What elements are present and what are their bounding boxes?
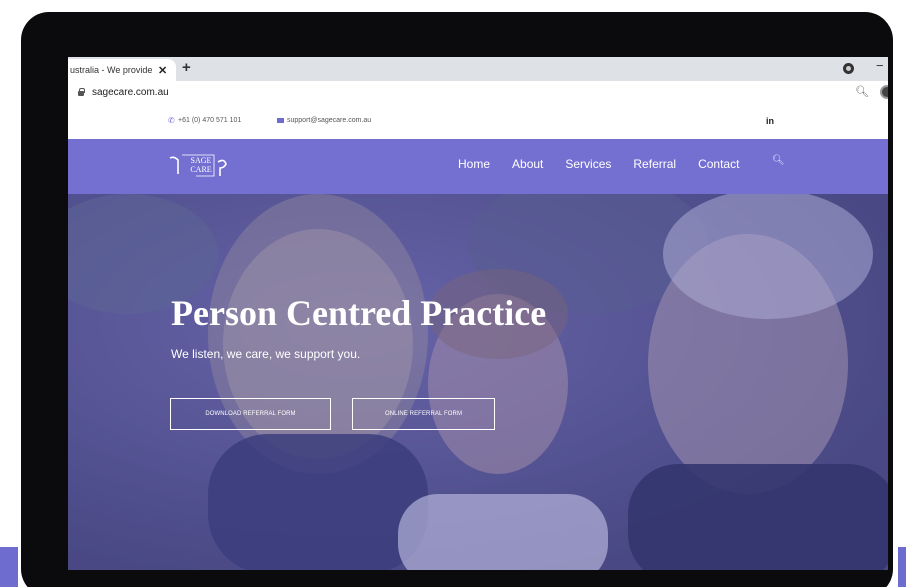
hero-overlay (68, 194, 888, 570)
minimize-window-button[interactable]: − (876, 58, 884, 73)
address-bar[interactable]: sagecare.com.au 🔍︎ (68, 81, 888, 105)
phone-number[interactable]: +61 (0) 470 571 101 (178, 117, 241, 124)
tab-strip: ustralia - We provide ✕ + − (68, 57, 888, 81)
web-page: ✆ +61 (0) 470 571 101 support@sagecare.c… (68, 105, 888, 570)
url-text[interactable]: sagecare.com.au (92, 87, 169, 98)
contact-info-bar: ✆ +61 (0) 470 571 101 support@sagecare.c… (68, 105, 888, 139)
mail-icon (277, 118, 284, 123)
background-accent-right (898, 547, 906, 587)
background-accent-left (0, 547, 18, 587)
device-frame: ustralia - We provide ✕ + − sagecare.com… (21, 12, 893, 587)
logo-line-care: CARE (190, 165, 212, 174)
tab-title: ustralia - We provide (70, 65, 153, 75)
online-referral-form-button[interactable]: ONLINE REFERRAL FORM (352, 398, 495, 430)
nav-about[interactable]: About (512, 157, 543, 171)
hero-title: Person Centred Practice (171, 293, 547, 333)
browser-window: ustralia - We provide ✕ + − sagecare.com… (68, 57, 888, 570)
search-icon[interactable]: 🔍︎ (855, 85, 869, 98)
site-navbar: SAGE CARE Home About Services Referral C… (68, 139, 888, 194)
profile-avatar-icon[interactable] (880, 85, 888, 99)
browser-tab[interactable]: ustralia - We provide ✕ (68, 59, 176, 81)
nav-search-icon[interactable]: 🔍︎ (772, 155, 785, 166)
email-address[interactable]: support@sagecare.com.au (287, 117, 371, 124)
hero-subtitle: We listen, we care, we support you. (171, 347, 361, 361)
linkedin-icon[interactable]: in (766, 116, 774, 126)
nav-home[interactable]: Home (458, 157, 490, 171)
phone-icon: ✆ (168, 116, 175, 125)
site-logo[interactable]: SAGE CARE (168, 152, 240, 182)
download-referral-form-button[interactable]: DOWNLOAD REFERRAL FORM (170, 398, 331, 430)
extension-icon[interactable] (843, 63, 854, 74)
tab-close-icon[interactable]: ✕ (158, 64, 167, 77)
hero-section: Person Centred Practice We listen, we ca… (68, 194, 888, 570)
logo-text: SAGE CARE (186, 156, 216, 174)
lock-icon[interactable] (78, 88, 85, 96)
nav-contact[interactable]: Contact (698, 157, 739, 171)
logo-line-sage: SAGE (190, 156, 212, 165)
main-nav: Home About Services Referral Contact (458, 157, 761, 171)
nav-services[interactable]: Services (565, 157, 611, 171)
new-tab-button[interactable]: + (182, 59, 191, 76)
nav-referral[interactable]: Referral (633, 157, 676, 171)
